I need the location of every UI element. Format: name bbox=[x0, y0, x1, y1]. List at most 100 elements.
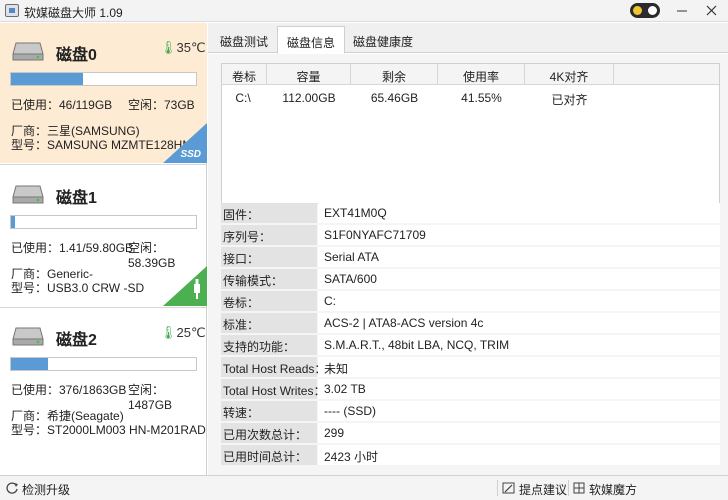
refresh-icon bbox=[6, 482, 18, 494]
thermometer-icon: 🌡 bbox=[160, 40, 177, 55]
property-row: 标准： ACS-2 | ATA8-ACS version 4c bbox=[221, 313, 720, 334]
property-value: S.M.A.R.T., 48bit LBA, NCQ, TRIM bbox=[318, 335, 720, 355]
minimize-button[interactable] bbox=[671, 0, 693, 21]
usage-bar-fill bbox=[11, 216, 15, 228]
property-row: 支持的功能： S.M.A.R.T., 48bit LBA, NCQ, TRIM bbox=[221, 335, 720, 356]
usage-bar-fill bbox=[11, 358, 48, 370]
free-space: 空闲：73GB bbox=[128, 98, 195, 112]
free-space: 空闲：1487GB bbox=[128, 383, 173, 412]
feedback-icon bbox=[502, 482, 515, 494]
property-row: 固件： EXT41M0Q bbox=[221, 203, 720, 224]
table-cell[interactable]: 65.46GB bbox=[351, 91, 438, 105]
property-label: 传输模式： bbox=[221, 269, 317, 289]
disk-model: 型号：ST2000LM003 HN-M201RAD bbox=[11, 423, 206, 437]
tab-disk-test[interactable]: 磁盘测试 bbox=[212, 26, 276, 53]
property-label: 已用次数总计： bbox=[221, 423, 317, 443]
disk-item-2[interactable]: 磁盘2 🌡25℃ 已使用：376/1863GB 空闲：1487GB 厂商：希捷(… bbox=[0, 308, 207, 448]
column-header-spacer bbox=[614, 64, 719, 85]
column-header[interactable]: 卷标 bbox=[222, 64, 267, 85]
property-value: Serial ATA bbox=[318, 247, 720, 267]
property-label: 转速： bbox=[221, 401, 317, 421]
app-suite-link[interactable]: 软媒魔方 bbox=[589, 481, 637, 498]
property-row: 序列号： S1F0NYAFC71709 bbox=[221, 225, 720, 246]
theme-toggle[interactable] bbox=[630, 3, 660, 18]
table-cell[interactable]: C:\ bbox=[222, 91, 264, 105]
property-value: C: bbox=[318, 291, 720, 311]
ssd-badge: SSD bbox=[163, 123, 207, 163]
disk-temperature: 🌡35℃ bbox=[160, 40, 206, 55]
tab-bar: 磁盘测试 磁盘信息 磁盘健康度 bbox=[208, 23, 728, 54]
divider bbox=[0, 164, 207, 165]
title-bar: 软媒磁盘大师 1.09 bbox=[0, 0, 728, 22]
property-value: S1F0NYAFC71709 bbox=[318, 225, 720, 245]
property-label: 支持的功能： bbox=[221, 335, 317, 355]
usage-bar-fill bbox=[11, 73, 83, 85]
disk-name: 磁盘2 bbox=[56, 332, 97, 349]
property-label: 已用时间总计： bbox=[221, 445, 317, 465]
property-label: 接口： bbox=[221, 247, 317, 267]
property-value: ---- (SSD) bbox=[318, 401, 720, 421]
usage-bar bbox=[10, 72, 197, 86]
property-label: 卷标： bbox=[221, 291, 317, 311]
app-disk-icon bbox=[5, 4, 19, 17]
used-space: 已使用：376/1863GB bbox=[11, 383, 127, 397]
used-space: 已使用：1.41/59.80GB bbox=[11, 241, 134, 255]
check-update-link[interactable]: 检测升级 bbox=[22, 481, 70, 498]
window-title: 软媒磁盘大师 1.09 bbox=[24, 6, 123, 20]
divider bbox=[497, 480, 498, 496]
minimize-icon bbox=[677, 10, 687, 12]
property-row: 已用次数总计： 299 bbox=[221, 423, 720, 444]
property-value: 2423 小时 bbox=[318, 445, 720, 465]
property-label: 固件： bbox=[221, 203, 317, 223]
hard-drive-icon bbox=[12, 327, 44, 346]
close-icon bbox=[706, 5, 717, 16]
property-row: 接口： Serial ATA bbox=[221, 247, 720, 268]
hard-drive-icon bbox=[12, 185, 44, 204]
disk-item-0[interactable]: 磁盘0 🌡35℃ 已使用：46/119GB 空闲：73GB 厂商：三星(SAMS… bbox=[0, 23, 207, 163]
property-label: 标准： bbox=[221, 313, 317, 333]
property-row: 传输模式： SATA/600 bbox=[221, 269, 720, 290]
property-row: Total Host Reads： 未知 bbox=[221, 357, 720, 378]
status-bar: 检测升级 提点建议 软媒魔方 bbox=[0, 475, 728, 500]
property-value: ACS-2 | ATA8-ACS version 4c bbox=[318, 313, 720, 333]
used-space: 已使用：46/119GB bbox=[11, 98, 113, 112]
disk-properties: 固件： EXT41M0Q 序列号： S1F0NYAFC71709 接口： Ser… bbox=[221, 203, 720, 467]
disk-model: 型号：USB3.0 CRW -SD bbox=[11, 281, 145, 295]
disk-list: 磁盘0 🌡35℃ 已使用：46/119GB 空闲：73GB 厂商：三星(SAMS… bbox=[0, 23, 207, 475]
disk-name: 磁盘1 bbox=[56, 190, 97, 207]
property-row: 卷标： C: bbox=[221, 291, 720, 312]
tab-disk-info[interactable]: 磁盘信息 bbox=[277, 26, 345, 54]
column-header[interactable]: 剩余 bbox=[351, 64, 438, 85]
disk-name: 磁盘0 bbox=[56, 47, 97, 64]
property-value: 3.02 TB bbox=[318, 379, 720, 399]
column-header[interactable]: 容量 bbox=[267, 64, 351, 85]
property-value: 299 bbox=[318, 423, 720, 443]
disk-item-1[interactable]: 磁盘1 已使用：1.41/59.80GB 空闲：58.39GB 厂商：Gener… bbox=[0, 166, 207, 306]
property-value: SATA/600 bbox=[318, 269, 720, 289]
hard-drive-icon bbox=[12, 42, 44, 61]
usage-bar bbox=[10, 215, 197, 229]
table-cell[interactable]: 41.55% bbox=[438, 91, 525, 105]
column-header[interactable]: 使用率 bbox=[438, 64, 525, 85]
app-cube-icon bbox=[573, 482, 585, 494]
svg-text:SSD: SSD bbox=[180, 149, 201, 160]
property-value: EXT41M0Q bbox=[318, 203, 720, 223]
divider bbox=[568, 480, 569, 496]
tab-disk-health[interactable]: 磁盘健康度 bbox=[346, 26, 420, 53]
feedback-link[interactable]: 提点建议 bbox=[519, 481, 567, 498]
volume-table: 卷标 容量 剩余 使用率 4K对齐 C:\ 112.00GB 65.46GB 4… bbox=[221, 63, 720, 204]
property-label: Total Host Writes： bbox=[221, 379, 325, 399]
property-label: Total Host Reads： bbox=[221, 357, 326, 377]
table-cell[interactable]: 112.00GB bbox=[267, 91, 351, 105]
property-row: 转速： ---- (SSD) bbox=[221, 401, 720, 422]
property-row: Total Host Writes： 3.02 TB bbox=[221, 379, 720, 400]
disk-info-panel: 卷标 容量 剩余 使用率 4K对齐 C:\ 112.00GB 65.46GB 4… bbox=[208, 54, 728, 475]
table-cell[interactable]: 已对齐 bbox=[525, 91, 614, 108]
usb-badge bbox=[163, 266, 207, 306]
column-header[interactable]: 4K对齐 bbox=[525, 64, 614, 85]
property-label: 序列号： bbox=[221, 225, 317, 245]
thermometer-icon: 🌡 bbox=[160, 325, 177, 340]
disk-temperature: 🌡25℃ bbox=[160, 325, 206, 340]
property-value: 未知 bbox=[318, 357, 720, 377]
close-button[interactable] bbox=[700, 0, 722, 21]
